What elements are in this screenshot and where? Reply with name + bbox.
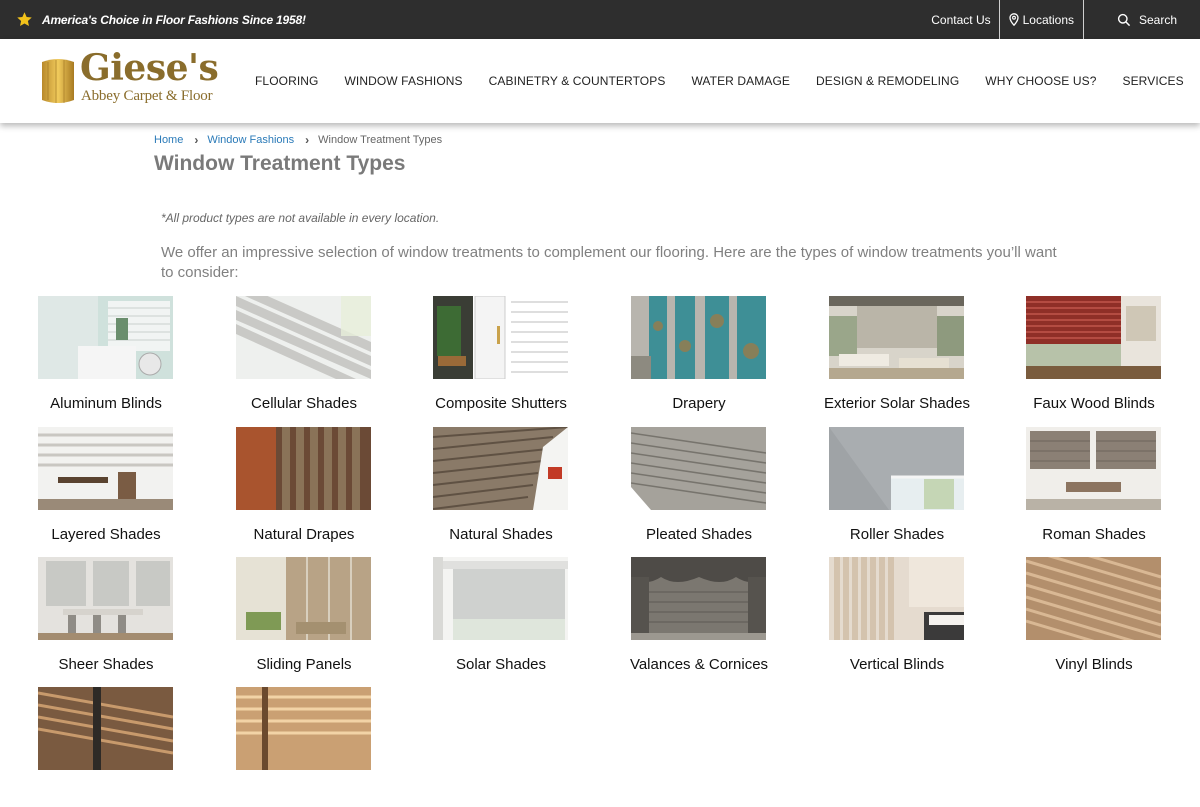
nav-design-remodeling[interactable]: DESIGN & REMODELING: [816, 74, 959, 88]
product-image: [1026, 296, 1161, 379]
product-image: [433, 296, 568, 379]
product-natural-drapes[interactable]: Natural Drapes: [214, 427, 394, 547]
product-image: [631, 427, 766, 510]
product-label: Faux Wood Blinds: [1033, 395, 1155, 412]
product-exterior-solar-shades[interactable]: Exterior Solar Shades: [807, 296, 987, 416]
product-image: [631, 557, 766, 640]
product-image: [1026, 427, 1161, 510]
product-label: Valances & Cornices: [629, 656, 769, 673]
product-image: [236, 296, 371, 379]
nav-window-fashions[interactable]: WINDOW FASHIONS: [344, 74, 462, 88]
product-image: [829, 557, 964, 640]
nav-services[interactable]: SERVICES: [1122, 74, 1183, 88]
product-composite-shutters[interactable]: Composite Shutters: [411, 296, 591, 416]
product-label: Composite Shutters: [435, 395, 567, 412]
product-image: [433, 427, 568, 510]
nav-why-choose-us[interactable]: WHY CHOOSE US?: [985, 74, 1096, 88]
nav-flooring[interactable]: FLOORING: [255, 74, 318, 88]
site-header: Giese's Abbey Carpet & Floor FLOORING WI…: [0, 39, 1200, 123]
product-sliding-panels[interactable]: Sliding Panels: [214, 557, 394, 677]
tagline-text: America's Choice in Floor Fashions Since…: [42, 12, 306, 27]
product-valances-cornices[interactable]: Valances & Cornices: [609, 557, 789, 677]
tagline: America's Choice in Floor Fashions Since…: [16, 0, 306, 39]
top-bar: America's Choice in Floor Fashions Since…: [0, 0, 1200, 39]
product-image: [38, 557, 173, 640]
product-label: Sliding Panels: [256, 656, 352, 673]
locations-link[interactable]: Locations: [1000, 0, 1084, 39]
product-vertical-blinds[interactable]: Vertical Blinds: [807, 557, 987, 677]
product-label: Vinyl Blinds: [1055, 656, 1133, 673]
product-image: [1026, 557, 1161, 640]
product-tile-row4-2[interactable]: [214, 687, 394, 807]
product-roman-shades[interactable]: Roman Shades: [1004, 427, 1184, 547]
logo-subtitle: Abbey Carpet & Floor: [81, 88, 213, 104]
product-image: [38, 687, 173, 770]
locations-label: Locations: [1022, 12, 1074, 27]
star-icon: [17, 12, 32, 27]
product-label: Vertical Blinds: [849, 656, 945, 673]
product-pleated-shades[interactable]: Pleated Shades: [609, 427, 789, 547]
product-tile-row4-1[interactable]: [16, 687, 196, 807]
main-nav: FLOORING WINDOW FASHIONS CABINETRY & COU…: [255, 39, 1200, 123]
search-label: Search: [1139, 12, 1178, 27]
chevron-right-icon: ›: [305, 133, 310, 147]
logo-name: Giese's: [80, 47, 219, 89]
product-image: [631, 296, 766, 379]
product-roller-shades[interactable]: Roller Shades: [807, 427, 987, 547]
product-label: Roman Shades: [1042, 526, 1146, 543]
product-image: [433, 557, 568, 640]
product-label: Solar Shades: [455, 656, 547, 673]
product-drapery[interactable]: Drapery: [609, 296, 789, 416]
product-image: [236, 427, 371, 510]
product-aluminum-blinds[interactable]: Aluminum Blinds: [16, 296, 196, 416]
product-faux-wood-blinds[interactable]: Faux Wood Blinds: [1004, 296, 1184, 416]
product-image: [236, 557, 371, 640]
product-label: Layered Shades: [51, 526, 161, 543]
breadcrumb: Home › Window Fashions › Window Treatmen…: [154, 133, 442, 147]
site-logo[interactable]: Giese's Abbey Carpet & Floor: [38, 50, 228, 108]
product-label: Pleated Shades: [646, 526, 752, 543]
product-label: Natural Drapes: [253, 526, 355, 543]
product-vinyl-blinds[interactable]: Vinyl Blinds: [1004, 557, 1184, 677]
page-title: Window Treatment Types: [154, 152, 406, 175]
product-label: Aluminum Blinds: [50, 395, 162, 412]
breadcrumb-window-fashions[interactable]: Window Fashions: [207, 134, 294, 146]
nav-water-damage[interactable]: WATER DAMAGE: [691, 74, 790, 88]
product-image: [829, 427, 964, 510]
chevron-right-icon: ›: [194, 133, 199, 147]
product-natural-shades[interactable]: Natural Shades: [411, 427, 591, 547]
product-label: Cellular Shades: [251, 395, 357, 412]
nav-cabinetry[interactable]: CABINETRY & COUNTERTOPS: [489, 74, 666, 88]
availability-note: *All product types are not available in …: [161, 211, 440, 225]
search-link[interactable]: Search: [1084, 0, 1200, 39]
product-label: Drapery: [672, 395, 726, 412]
map-pin-icon: [1008, 13, 1019, 26]
product-label: Natural Shades: [449, 526, 553, 543]
product-image: [829, 296, 964, 379]
product-solar-shades[interactable]: Solar Shades: [411, 557, 591, 677]
product-image: [236, 687, 371, 770]
carpet-roll-logo-icon: [42, 59, 74, 103]
breadcrumb-current: Window Treatment Types: [318, 134, 443, 146]
breadcrumb-home[interactable]: Home: [154, 134, 183, 146]
search-icon: [1117, 13, 1131, 26]
product-label: Exterior Solar Shades: [824, 395, 970, 412]
product-sheer-shades[interactable]: Sheer Shades: [16, 557, 196, 677]
product-label: Sheer Shades: [58, 656, 154, 673]
product-layered-shades[interactable]: Layered Shades: [16, 427, 196, 547]
intro-paragraph: We offer an impressive selection of wind…: [161, 244, 1057, 281]
contact-us-link[interactable]: Contact Us: [923, 0, 1000, 39]
product-image: [38, 427, 173, 510]
product-image: [38, 296, 173, 379]
product-cellular-shades[interactable]: Cellular Shades: [214, 296, 394, 416]
product-label: Roller Shades: [849, 526, 945, 543]
contact-us-label: Contact Us: [931, 12, 991, 27]
